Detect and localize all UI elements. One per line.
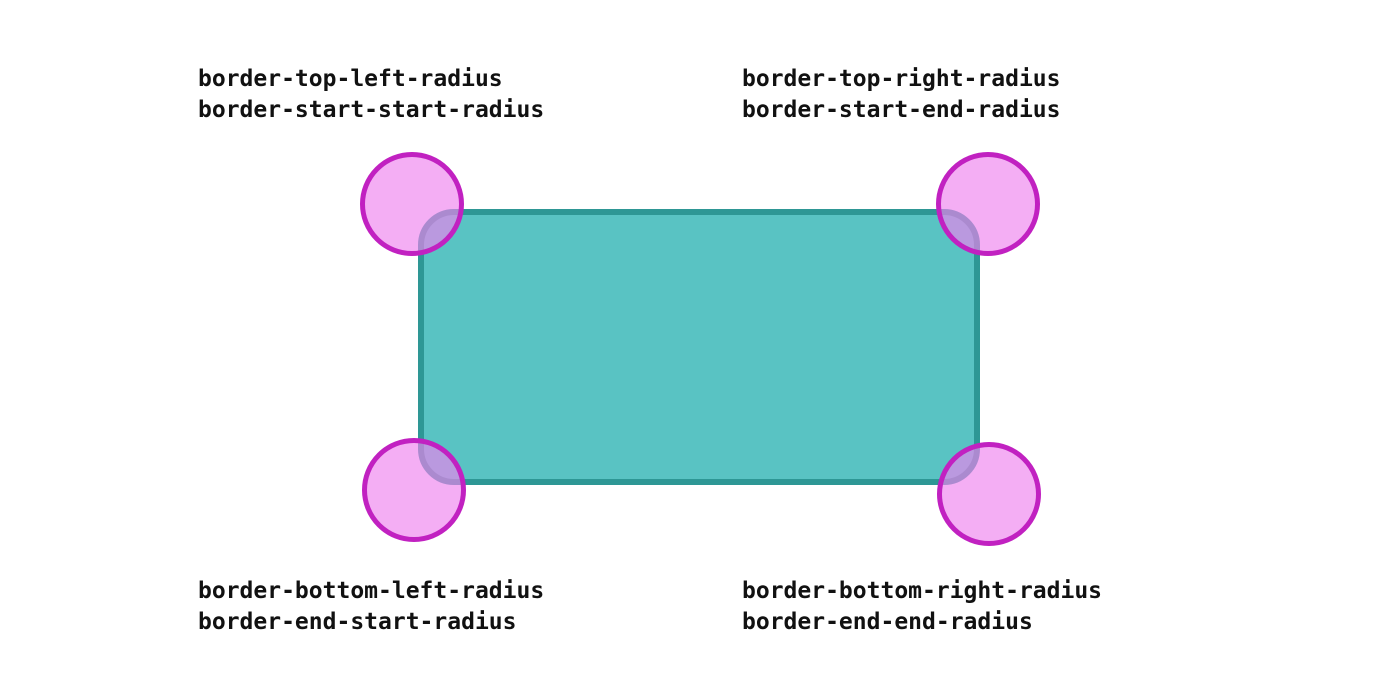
prop-logical: border-end-end-radius [742, 609, 1033, 635]
label-top-left: border-top-left-radius border-start-star… [198, 64, 544, 126]
corner-marker-top-left [360, 152, 464, 256]
rounded-box [418, 209, 980, 485]
label-bottom-left: border-bottom-left-radius border-end-sta… [198, 576, 544, 638]
prop-physical: border-top-right-radius [742, 66, 1061, 92]
prop-logical: border-start-end-radius [742, 97, 1061, 123]
corner-marker-bottom-right [937, 442, 1041, 546]
corner-marker-top-right [936, 152, 1040, 256]
prop-logical: border-start-start-radius [198, 97, 544, 123]
label-bottom-right: border-bottom-right-radius border-end-en… [742, 576, 1102, 638]
corner-marker-bottom-left [362, 438, 466, 542]
border-radius-diagram: border-top-left-radius border-start-star… [0, 0, 1400, 700]
prop-physical: border-bottom-right-radius [742, 578, 1102, 604]
prop-physical: border-top-left-radius [198, 66, 503, 92]
prop-physical: border-bottom-left-radius [198, 578, 544, 604]
prop-logical: border-end-start-radius [198, 609, 517, 635]
label-top-right: border-top-right-radius border-start-end… [742, 64, 1061, 126]
